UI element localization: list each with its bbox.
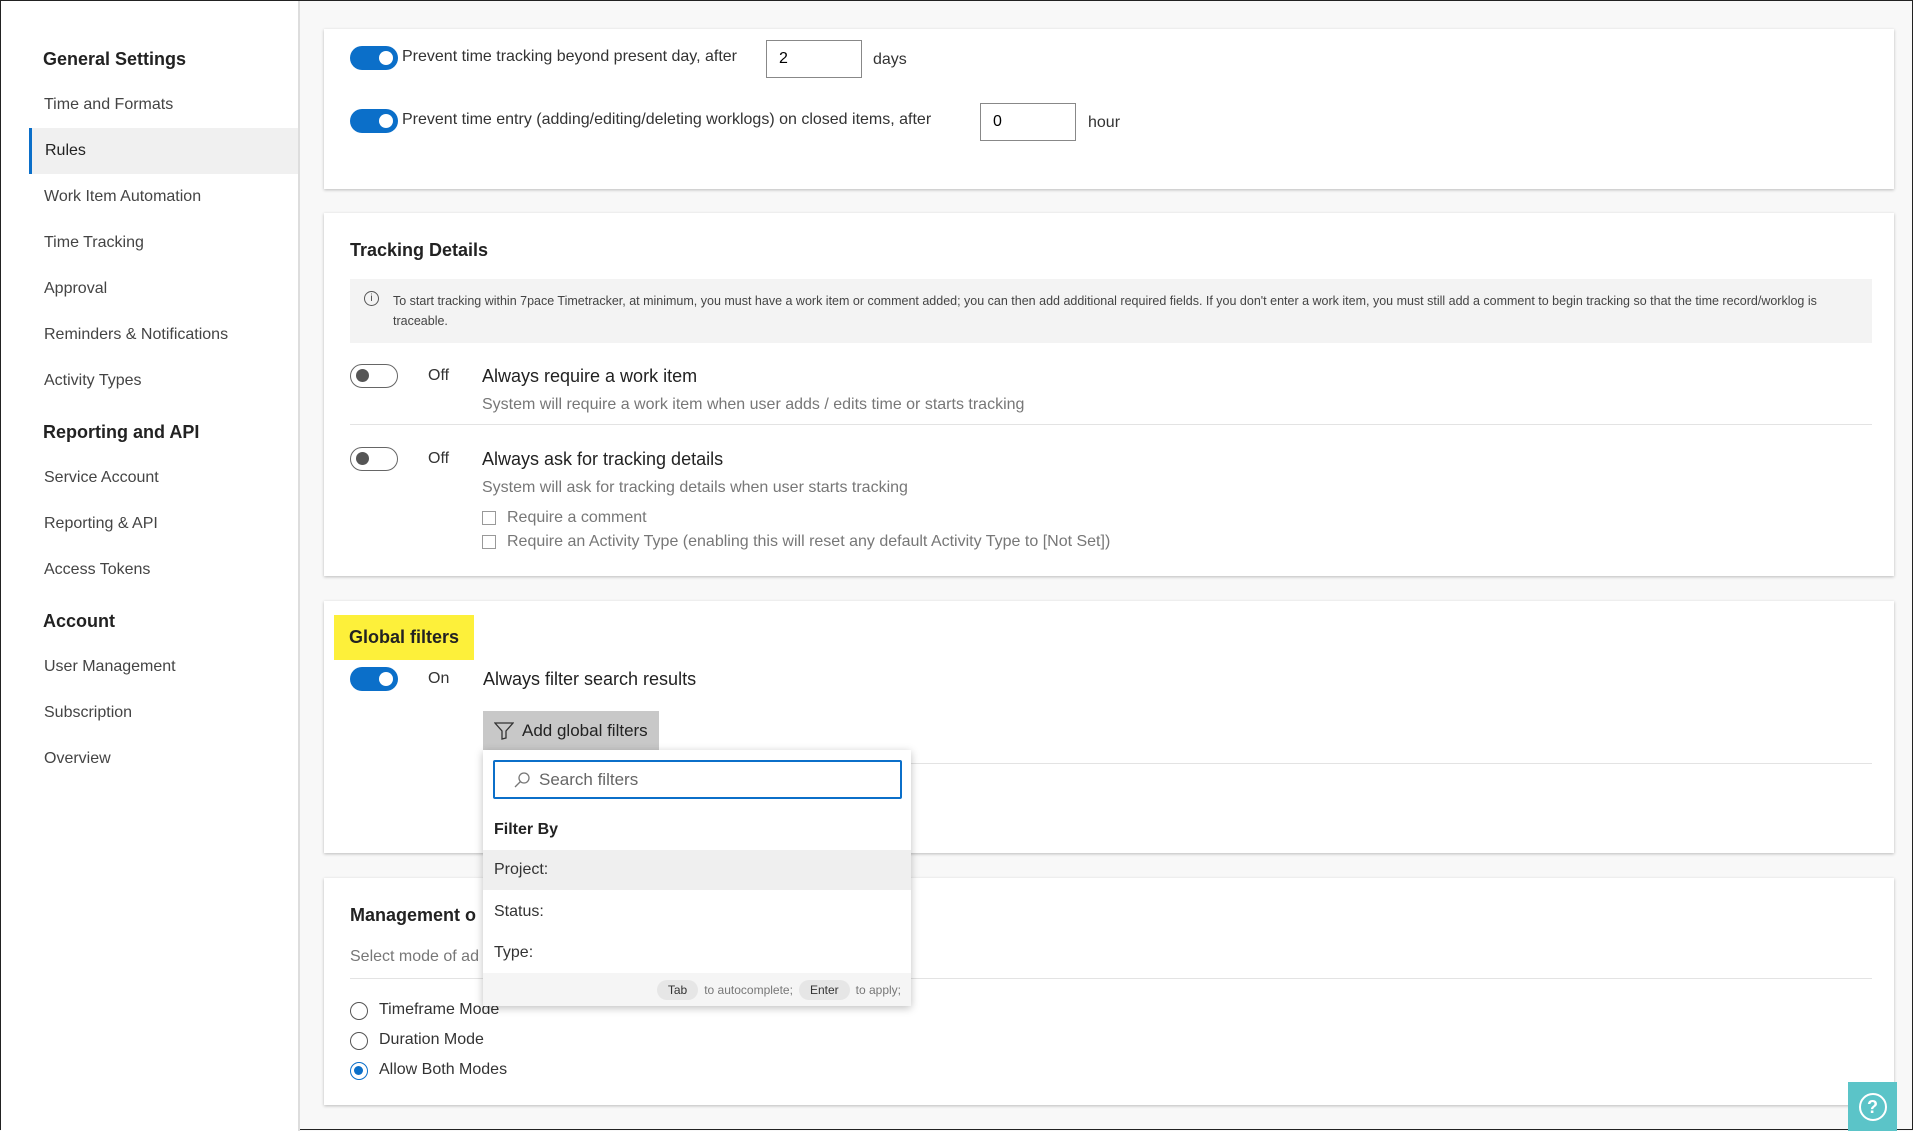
sidebar-item-reminders[interactable]: Reminders & Notifications <box>1 312 298 358</box>
sidebar-section-reporting: Reporting and API <box>43 422 200 442</box>
duration-mode-label: Duration Mode <box>379 1031 484 1048</box>
help-button[interactable]: ? <box>1848 1082 1897 1131</box>
filter-option-project[interactable]: Project: <box>483 850 911 890</box>
global-filters-toggle[interactable] <box>350 667 398 691</box>
sidebar-item-time-tracking[interactable]: Time Tracking <box>1 220 298 266</box>
filter-icon <box>494 721 514 740</box>
prevent-future-label: Prevent time tracking beyond present day… <box>402 48 737 65</box>
timeframe-mode-radio[interactable] <box>350 1002 368 1020</box>
management-desc: Select mode of ad <box>350 948 479 965</box>
filter-dropdown: Search filters Filter By Project: Status… <box>483 750 911 1006</box>
filter-by-header: Filter By <box>494 821 559 838</box>
sidebar: General Settings Time and Formats Rules … <box>1 1 300 1131</box>
work-item-title: Always require a work item <box>482 366 698 386</box>
apply-hint: to apply; <box>855 982 901 997</box>
prevent-future-toggle[interactable] <box>350 46 398 70</box>
tab-key-badge: Tab <box>656 979 699 1000</box>
both-modes-label: Allow Both Modes <box>379 1061 508 1078</box>
tracking-details-card: Tracking Details i To start tracking wit… <box>324 213 1894 576</box>
prevent-future-days-input[interactable] <box>766 40 862 78</box>
prevent-closed-toggle[interactable] <box>350 109 398 133</box>
tracking-details-state: Off <box>428 450 450 467</box>
tracking-details-heading: Always ask for tracking details <box>482 449 724 469</box>
sidebar-item-service-account[interactable]: Service Account <box>1 455 298 501</box>
tracking-details-desc: System will ask for tracking details whe… <box>482 479 908 496</box>
add-global-filters-button[interactable]: Add global filters <box>483 711 659 750</box>
sidebar-item-activity-types[interactable]: Activity Types <box>1 358 298 404</box>
timeframe-mode-label: Timeframe Mode <box>379 1001 500 1018</box>
sidebar-item-overview[interactable]: Overview <box>1 736 298 782</box>
duration-mode-radio[interactable] <box>350 1032 368 1050</box>
management-title: Management o <box>350 905 477 925</box>
sidebar-item-time-formats[interactable]: Time and Formats <box>1 82 298 128</box>
require-activity-checkbox[interactable] <box>482 535 496 549</box>
hour-unit: hour <box>1088 114 1121 131</box>
info-text: To start tracking within 7pace Timetrack… <box>393 294 1817 328</box>
autocomplete-hint: to autocomplete; <box>704 982 793 997</box>
info-box: i To start tracking within 7pace Timetra… <box>350 279 1872 343</box>
sidebar-item-work-item-automation[interactable]: Work Item Automation <box>1 174 298 220</box>
info-icon: i <box>364 291 379 306</box>
global-filters-state: On <box>428 670 450 687</box>
sidebar-item-user-management[interactable]: User Management <box>1 644 298 690</box>
sidebar-item-subscription[interactable]: Subscription <box>1 690 298 736</box>
always-filter-title: Always filter search results <box>483 669 697 689</box>
search-placeholder: Search filters <box>539 769 639 789</box>
search-filters-input[interactable]: Search filters <box>493 760 902 799</box>
sidebar-section-account: Account <box>43 611 115 631</box>
sidebar-item-rules[interactable]: Rules <box>29 128 298 174</box>
work-item-toggle[interactable] <box>350 364 398 388</box>
divider <box>350 424 1872 425</box>
both-modes-radio[interactable] <box>350 1062 368 1080</box>
work-item-desc: System will require a work item when use… <box>482 396 1025 413</box>
sidebar-section-general: General Settings <box>43 49 187 69</box>
rules-card: Prevent time tracking beyond present day… <box>324 29 1894 189</box>
sidebar-item-approval[interactable]: Approval <box>1 266 298 312</box>
filter-option-type[interactable]: Type: <box>483 933 911 973</box>
global-filters-title: Global filters <box>334 615 475 660</box>
filter-option-status[interactable]: Status: <box>483 892 911 932</box>
help-icon: ? <box>1858 1092 1887 1121</box>
require-comment-checkbox[interactable] <box>482 511 496 525</box>
require-activity-label: Require an Activity Type (enabling this … <box>507 533 1111 550</box>
tracking-details-title: Tracking Details <box>350 240 489 260</box>
sidebar-item-reporting-api[interactable]: Reporting & API <box>1 501 298 547</box>
tracking-details-toggle[interactable] <box>350 447 398 471</box>
enter-key-badge: Enter <box>798 979 850 1000</box>
days-unit: days <box>873 51 907 68</box>
sidebar-item-access-tokens[interactable]: Access Tokens <box>1 547 298 593</box>
dropdown-hint: Tab to autocomplete; Enter to apply; <box>483 973 911 1006</box>
prevent-closed-hours-input[interactable] <box>980 103 1076 141</box>
require-comment-label: Require a comment <box>507 509 647 526</box>
search-icon <box>514 771 530 787</box>
work-item-state: Off <box>428 367 450 384</box>
add-global-filters-label: Add global filters <box>522 720 648 740</box>
prevent-closed-label: Prevent time entry (adding/editing/delet… <box>402 111 932 128</box>
